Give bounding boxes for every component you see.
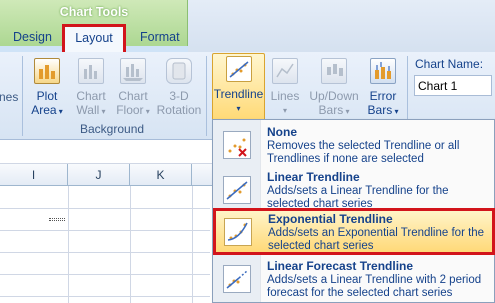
linear-forecast-trendline-icon (223, 265, 251, 293)
tab-design[interactable]: Design (13, 30, 52, 44)
linear-trendline-icon (223, 176, 251, 204)
grid-line (0, 274, 210, 275)
chevron-down-icon: ▾ (236, 104, 241, 113)
trendline-label: Trendline (213, 87, 264, 101)
plot-area-label-1: Plot (36, 89, 58, 103)
chart-tools-title: Chart Tools (59, 5, 129, 19)
chart-name-input[interactable] (414, 75, 492, 96)
grid-line (0, 252, 210, 253)
menu-item-linear-forecast-trendline[interactable]: Linear Forecast Trendline Adds/sets a Li… (214, 256, 494, 302)
tab-layout[interactable]: Layout (62, 24, 126, 52)
grid-line (0, 296, 210, 297)
updown-bars-icon (321, 58, 347, 84)
menu-item-exponential-trendline[interactable]: Exponential Trendline Adds/sets an Expon… (213, 208, 495, 255)
updown-bars-label-1: Up/Down (309, 89, 359, 103)
partial-button-label[interactable]: nes (0, 90, 18, 104)
error-bars-icon (370, 58, 396, 84)
chart-wall-label-2: Wall (76, 103, 100, 117)
error-bars-label-2: Bars (367, 103, 393, 117)
chart-floor-label-1: Chart (118, 89, 148, 103)
error-bars-label-1: Error (369, 89, 397, 103)
chevron-down-icon: ▾ (343, 107, 350, 116)
updown-bars-button[interactable]: Up/Down Bars ▾ (308, 56, 360, 128)
chart-wall-icon (78, 58, 104, 84)
3d-rotation-label-1: 3-D (169, 89, 189, 103)
lines-icon (272, 58, 298, 84)
updown-bars-label-2: Bars (318, 103, 344, 117)
plot-area-icon (34, 58, 60, 84)
menu-item-linear-trendline[interactable]: Linear Trendline Adds/sets a Linear Tren… (214, 167, 494, 213)
grid-line (68, 186, 69, 303)
group-separator (22, 56, 23, 136)
3d-rotation-icon (166, 58, 192, 84)
3d-rotation-label-2: Rotation (156, 103, 202, 117)
group-separator (206, 56, 207, 136)
background-group-label: Background (80, 122, 145, 136)
chart-name-label: Chart Name: (415, 57, 484, 71)
chevron-down-icon: ▾ (99, 107, 106, 116)
menu-item-title: Linear Trendline (267, 170, 360, 184)
chevron-down-icon: ▾ (56, 107, 63, 116)
menu-item-title: None (267, 125, 297, 139)
chevron-down-icon: ▾ (282, 106, 287, 115)
trendline-icon (225, 56, 252, 82)
menu-item-description: Adds/sets an Exponential Trendline for t… (268, 227, 485, 252)
menu-item-title: Linear Forecast Trendline (267, 259, 414, 273)
grid-line (130, 186, 131, 303)
error-bars-button[interactable]: Error Bars ▾ (366, 56, 400, 128)
chart-resize-handle[interactable] (49, 218, 65, 221)
plot-area-label-2: Area (31, 103, 57, 117)
menu-item-description: Removes the selected Trendline or all Tr… (267, 140, 460, 165)
chart-floor-button[interactable]: Chart Floor ▾ (113, 56, 153, 128)
column-header-j[interactable]: J (68, 164, 130, 186)
plot-area-button[interactable]: Plot Area ▾ (28, 56, 66, 128)
3d-rotation-button[interactable]: 3-D Rotation (156, 56, 202, 128)
column-header-k[interactable]: K (130, 164, 192, 186)
trendline-none-icon (223, 131, 251, 159)
tab-format[interactable]: Format (140, 30, 180, 44)
menu-item-none[interactable]: None Removes the selected Trendline or a… (214, 122, 494, 168)
chart-wall-label-1: Chart (76, 89, 106, 103)
chart-floor-label-2: Floor (116, 103, 144, 117)
chart-wall-button[interactable]: Chart Wall ▾ (72, 56, 110, 128)
grid-line (192, 186, 193, 303)
menu-item-description: Adds/sets a Linear Trendline with 2 peri… (267, 274, 482, 299)
ribbon-tab-strip: Chart Tools Design Layout Format (0, 0, 495, 52)
grid-line (0, 230, 210, 231)
trendline-button[interactable]: Trendline ▾ (212, 53, 265, 129)
menu-item-title: Exponential Trendline (268, 212, 393, 226)
chevron-down-icon: ▾ (392, 107, 399, 116)
lines-label: Lines (270, 89, 300, 103)
chart-floor-icon (120, 58, 146, 84)
chevron-down-icon: ▾ (143, 107, 150, 116)
column-header-i[interactable]: I (0, 164, 68, 186)
lines-button[interactable]: Lines ▾ (270, 56, 300, 128)
exponential-trendline-icon (224, 218, 252, 246)
trendline-dropdown-menu: None Removes the selected Trendline or a… (212, 119, 495, 303)
grid-line (0, 208, 210, 209)
